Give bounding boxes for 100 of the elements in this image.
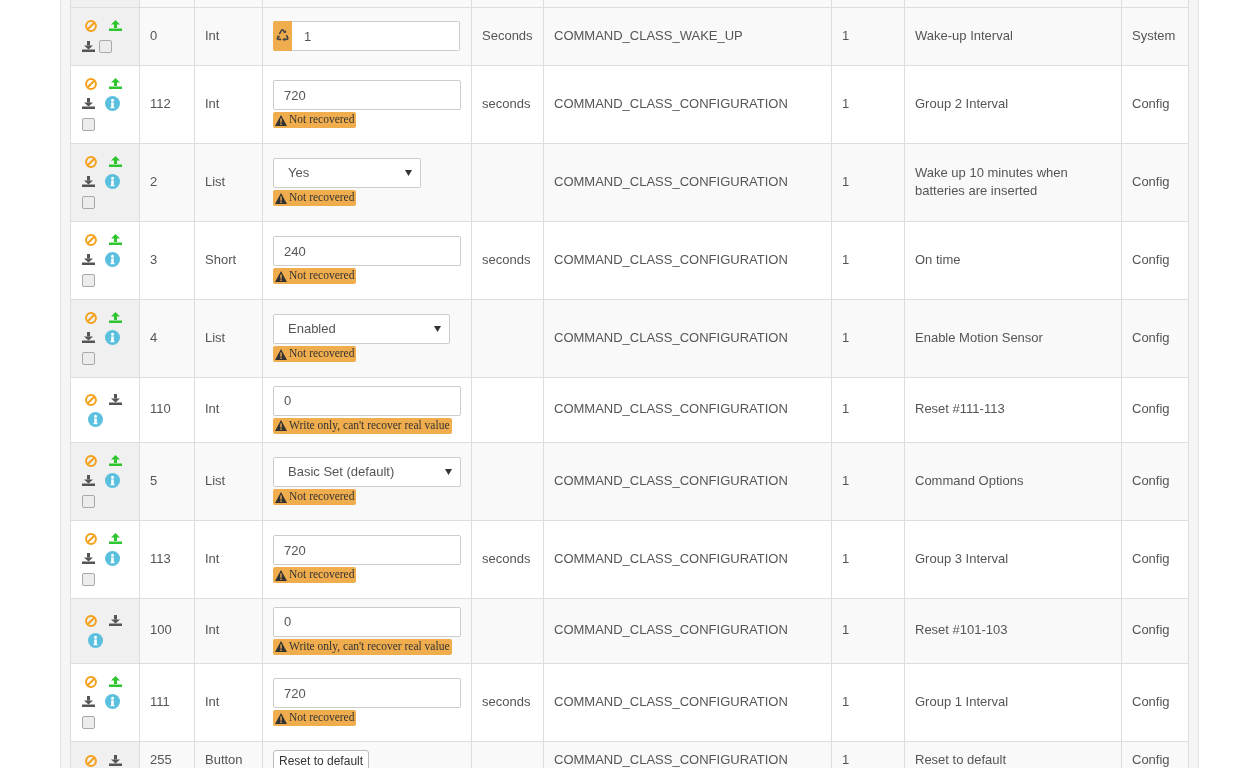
parameter-type: Button bbox=[205, 751, 243, 768]
disable-icon[interactable] bbox=[85, 393, 97, 406]
unit-label: seconds bbox=[482, 250, 531, 269]
unit-label: seconds bbox=[482, 549, 531, 568]
disable-icon[interactable] bbox=[85, 77, 97, 90]
info-icon[interactable] bbox=[105, 551, 120, 566]
disable-icon[interactable] bbox=[85, 454, 97, 467]
parameter-number: 112 bbox=[150, 94, 171, 113]
value-input[interactable]: 720 bbox=[273, 678, 461, 708]
value-input[interactable]: 0 bbox=[273, 385, 461, 416]
value-input[interactable]: 240 bbox=[273, 236, 461, 266]
disable-icon[interactable] bbox=[85, 19, 97, 32]
select-dropdown[interactable]: Basic Set (default) bbox=[273, 457, 461, 487]
command-class: COMMAND_CLASS_CONFIGURATION bbox=[554, 471, 788, 490]
disable-icon[interactable] bbox=[85, 754, 97, 767]
download-icon[interactable] bbox=[109, 394, 122, 405]
instance-number: 1 bbox=[842, 250, 850, 269]
download-icon[interactable] bbox=[109, 615, 122, 626]
parameter-number: 111 bbox=[150, 692, 170, 711]
download-icon[interactable] bbox=[82, 696, 95, 707]
reset-button[interactable]: Reset to default bbox=[273, 749, 370, 768]
disable-icon[interactable] bbox=[85, 532, 97, 545]
parameter-label: Group 2 Interval bbox=[915, 94, 1009, 113]
info-icon[interactable] bbox=[105, 174, 120, 189]
download-icon[interactable] bbox=[109, 755, 122, 766]
row-checkbox[interactable] bbox=[99, 39, 112, 53]
select-dropdown[interactable]: Enabled bbox=[273, 314, 450, 344]
genre-label: Config bbox=[1132, 549, 1170, 568]
parameter-label: Reset to default bbox=[915, 751, 1007, 768]
row-checkbox[interactable] bbox=[82, 572, 95, 586]
warning-text: Not recovered bbox=[289, 569, 355, 581]
command-class: COMMAND_CLASS_CONFIGURATION bbox=[554, 250, 788, 269]
upload-icon[interactable] bbox=[109, 78, 122, 89]
info-icon[interactable] bbox=[105, 252, 120, 267]
info-icon[interactable] bbox=[105, 473, 120, 488]
parameter-type: List bbox=[205, 172, 226, 191]
info-icon[interactable] bbox=[105, 330, 120, 345]
parameter-label: Wake up 10 minutes when batteries are inserted bbox=[915, 163, 1069, 200]
download-icon[interactable] bbox=[82, 254, 95, 265]
recycle-icon[interactable] bbox=[273, 21, 292, 51]
row-checkbox[interactable] bbox=[82, 117, 95, 131]
genre-label: Config bbox=[1132, 692, 1170, 711]
row-checkbox[interactable] bbox=[82, 715, 95, 729]
download-icon[interactable] bbox=[82, 332, 95, 343]
warning-text: Write only, can't recover real value bbox=[289, 419, 450, 432]
warning-text: Not recovered bbox=[289, 270, 355, 282]
command-class: COMMAND_CLASS_CONFIGURATION bbox=[554, 549, 788, 568]
row-checkbox[interactable] bbox=[82, 273, 95, 287]
download-icon[interactable] bbox=[82, 553, 95, 564]
upload-icon[interactable] bbox=[109, 676, 122, 687]
row-checkbox[interactable] bbox=[82, 195, 95, 209]
command-class: COMMAND_CLASS_WAKE_UP bbox=[554, 26, 743, 45]
instance-number: 1 bbox=[842, 94, 850, 113]
upload-icon[interactable] bbox=[109, 20, 122, 31]
disable-icon[interactable] bbox=[85, 675, 97, 688]
value-input[interactable]: 720 bbox=[273, 80, 461, 110]
upload-icon[interactable] bbox=[109, 533, 122, 544]
select-dropdown[interactable]: Yes bbox=[273, 158, 421, 188]
info-icon[interactable] bbox=[105, 694, 120, 709]
value-input[interactable]: 0 bbox=[273, 606, 461, 637]
instance-number: 1 bbox=[842, 549, 850, 568]
upload-icon[interactable] bbox=[109, 312, 122, 323]
parameter-type: List bbox=[205, 328, 226, 347]
command-class: COMMAND_CLASS_CONFIGURATION bbox=[554, 621, 788, 640]
caret-icon bbox=[445, 469, 452, 475]
parameter-label: On time bbox=[915, 250, 961, 269]
caret-icon bbox=[434, 326, 441, 332]
parameter-label: Enable Motion Sensor bbox=[915, 328, 1043, 347]
instance-number: 1 bbox=[842, 172, 850, 191]
parameter-number: 100 bbox=[150, 621, 172, 640]
download-icon[interactable] bbox=[82, 176, 95, 187]
parameter-type: Int bbox=[205, 400, 220, 419]
value-input[interactable]: 1 bbox=[292, 21, 460, 51]
disable-icon[interactable] bbox=[85, 155, 97, 168]
disable-icon[interactable] bbox=[85, 311, 97, 324]
genre-label: Config bbox=[1132, 400, 1170, 419]
upload-icon[interactable] bbox=[109, 234, 122, 245]
row-checkbox[interactable] bbox=[82, 351, 95, 365]
disable-icon[interactable] bbox=[85, 233, 97, 246]
parameter-number: 3 bbox=[150, 250, 158, 269]
row-checkbox[interactable] bbox=[82, 494, 95, 508]
value-input[interactable]: 720 bbox=[273, 535, 461, 565]
parameter-type: Int bbox=[205, 621, 220, 640]
disable-icon[interactable] bbox=[85, 614, 97, 627]
download-icon[interactable] bbox=[82, 98, 95, 109]
info-icon[interactable] bbox=[105, 96, 120, 111]
parameter-label: Reset #111-113 bbox=[915, 400, 1005, 419]
instance-number: 1 bbox=[842, 471, 850, 490]
parameter-number: 5 bbox=[150, 471, 158, 490]
parameter-number: 0 bbox=[150, 26, 158, 45]
download-icon[interactable] bbox=[82, 40, 95, 52]
info-icon[interactable] bbox=[88, 633, 103, 648]
download-icon[interactable] bbox=[82, 475, 95, 486]
upload-icon[interactable] bbox=[109, 156, 122, 167]
parameter-type: Int bbox=[205, 26, 220, 45]
parameter-number: 113 bbox=[150, 549, 171, 568]
parameter-number: 4 bbox=[150, 328, 158, 347]
info-icon[interactable] bbox=[88, 412, 103, 427]
upload-icon[interactable] bbox=[109, 455, 122, 466]
parameter-label: Command Options bbox=[915, 471, 1024, 490]
